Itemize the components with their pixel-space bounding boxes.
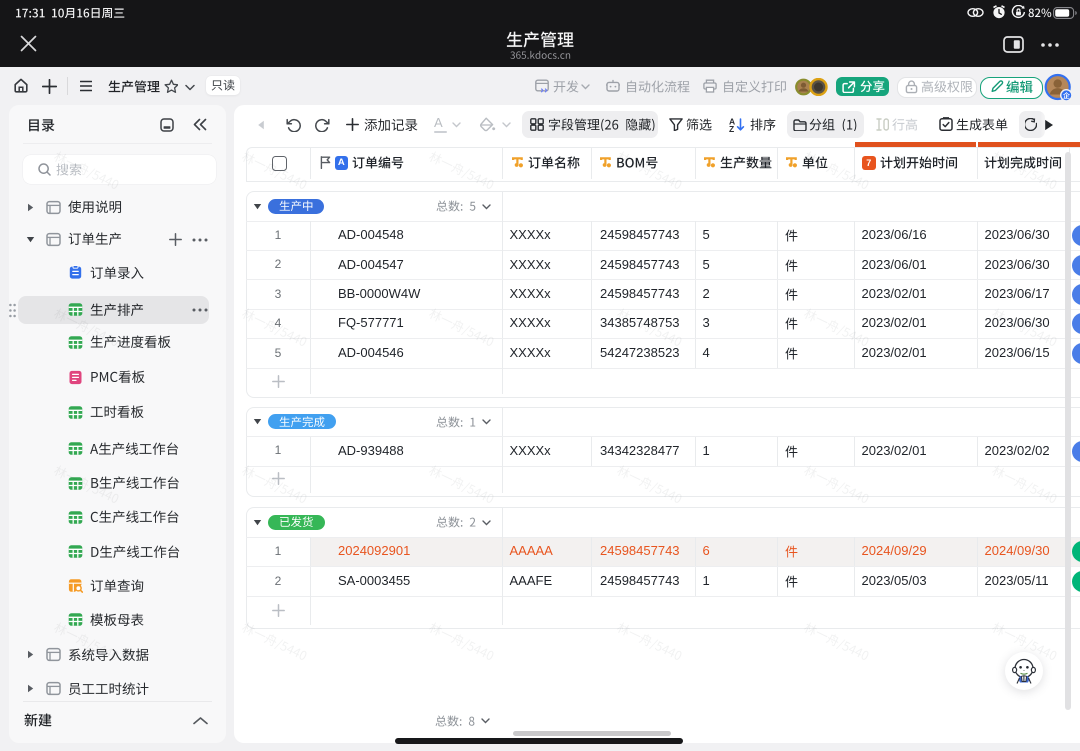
svg-text:Z: Z xyxy=(729,124,734,132)
